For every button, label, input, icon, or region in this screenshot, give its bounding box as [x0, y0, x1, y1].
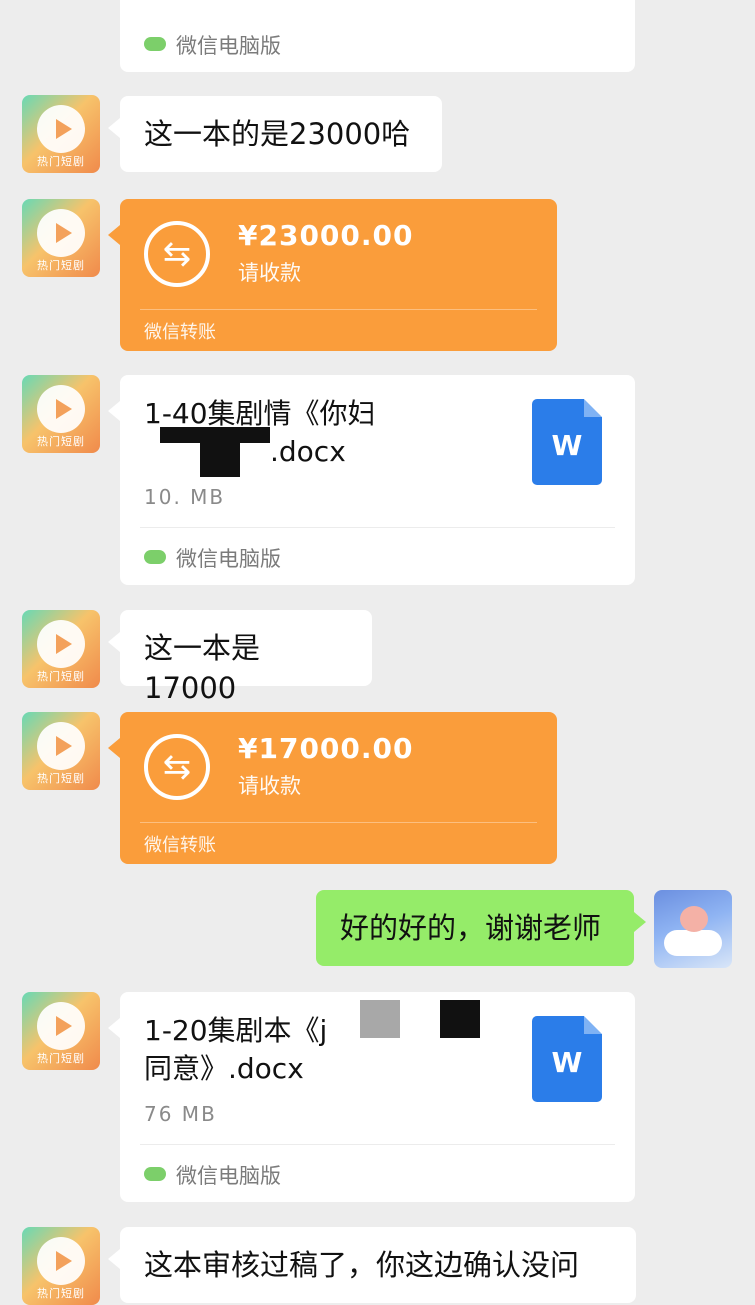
transfer-divider — [140, 309, 537, 310]
transfer-divider — [140, 822, 537, 823]
cloud-icon — [664, 930, 722, 956]
text-message[interactable]: 这一本的是23000哈 — [108, 96, 442, 172]
transfer-amount: ¥17000.00 — [238, 732, 414, 765]
transfer-card[interactable]: ⇆ ¥17000.00 请收款 微信转账 — [108, 712, 557, 864]
transfer-amount: ¥23000.00 — [238, 219, 414, 252]
wechat-icon — [144, 550, 166, 564]
my-text-message[interactable]: 好的好的，谢谢老师 — [316, 890, 646, 966]
transfer-footer: 微信转账 — [144, 835, 216, 856]
transfer-card[interactable]: ⇆ ¥23000.00 请收款 微信转账 — [108, 199, 557, 351]
file-size: 10. MB — [144, 485, 226, 509]
play-logo-icon — [37, 722, 85, 770]
text-message[interactable]: 这一本是17000 — [108, 610, 372, 705]
file-card[interactable]: 1-40集剧情《你妇 .docx 10. MB W 微信电脑版 — [108, 375, 635, 585]
file-card-partial[interactable]: 微信电脑版 — [120, 0, 635, 72]
contact-avatar[interactable]: 热门短剧 — [22, 95, 100, 173]
contact-avatar[interactable]: 热门短剧 — [22, 610, 100, 688]
transfer-icon: ⇆ — [144, 221, 210, 287]
redaction — [200, 435, 240, 477]
my-avatar[interactable] — [654, 890, 732, 968]
contact-avatar[interactable]: 热门短剧 — [22, 375, 100, 453]
file-size: 76 MB — [144, 1102, 217, 1126]
contact-avatar[interactable]: 热门短剧 — [22, 1227, 100, 1305]
word-file-icon: W — [532, 1016, 602, 1102]
file-divider — [140, 527, 615, 528]
transfer-footer: 微信转账 — [144, 322, 216, 343]
contact-avatar[interactable]: 热门短剧 — [22, 712, 100, 790]
play-logo-icon — [37, 1002, 85, 1050]
word-file-icon: W — [532, 399, 602, 485]
text-message[interactable]: 这本审核过稿了，你这边确认没问 — [108, 1227, 636, 1303]
redaction — [360, 1000, 400, 1038]
play-logo-icon — [37, 385, 85, 433]
file-source: 微信电脑版 — [144, 1160, 281, 1190]
play-logo-icon — [37, 209, 85, 257]
file-source: 微信电脑版 — [144, 543, 281, 573]
play-logo-icon — [37, 620, 85, 668]
file-source: 微信电脑版 — [144, 30, 281, 60]
redaction — [440, 1000, 480, 1038]
pig-icon — [680, 906, 708, 932]
wechat-icon — [144, 37, 166, 51]
transfer-icon: ⇆ — [144, 734, 210, 800]
transfer-status: 请收款 — [238, 774, 301, 798]
wechat-icon — [144, 1167, 166, 1181]
contact-avatar[interactable]: 热门短剧 — [22, 199, 100, 277]
file-divider — [140, 1144, 615, 1145]
file-card[interactable]: 1-20集剧本《j 同意》.docx 76 MB W 微信电脑版 — [108, 992, 635, 1202]
transfer-status: 请收款 — [238, 261, 301, 285]
contact-avatar[interactable]: 热门短剧 — [22, 992, 100, 1070]
play-logo-icon — [37, 105, 85, 153]
play-logo-icon — [37, 1237, 85, 1285]
